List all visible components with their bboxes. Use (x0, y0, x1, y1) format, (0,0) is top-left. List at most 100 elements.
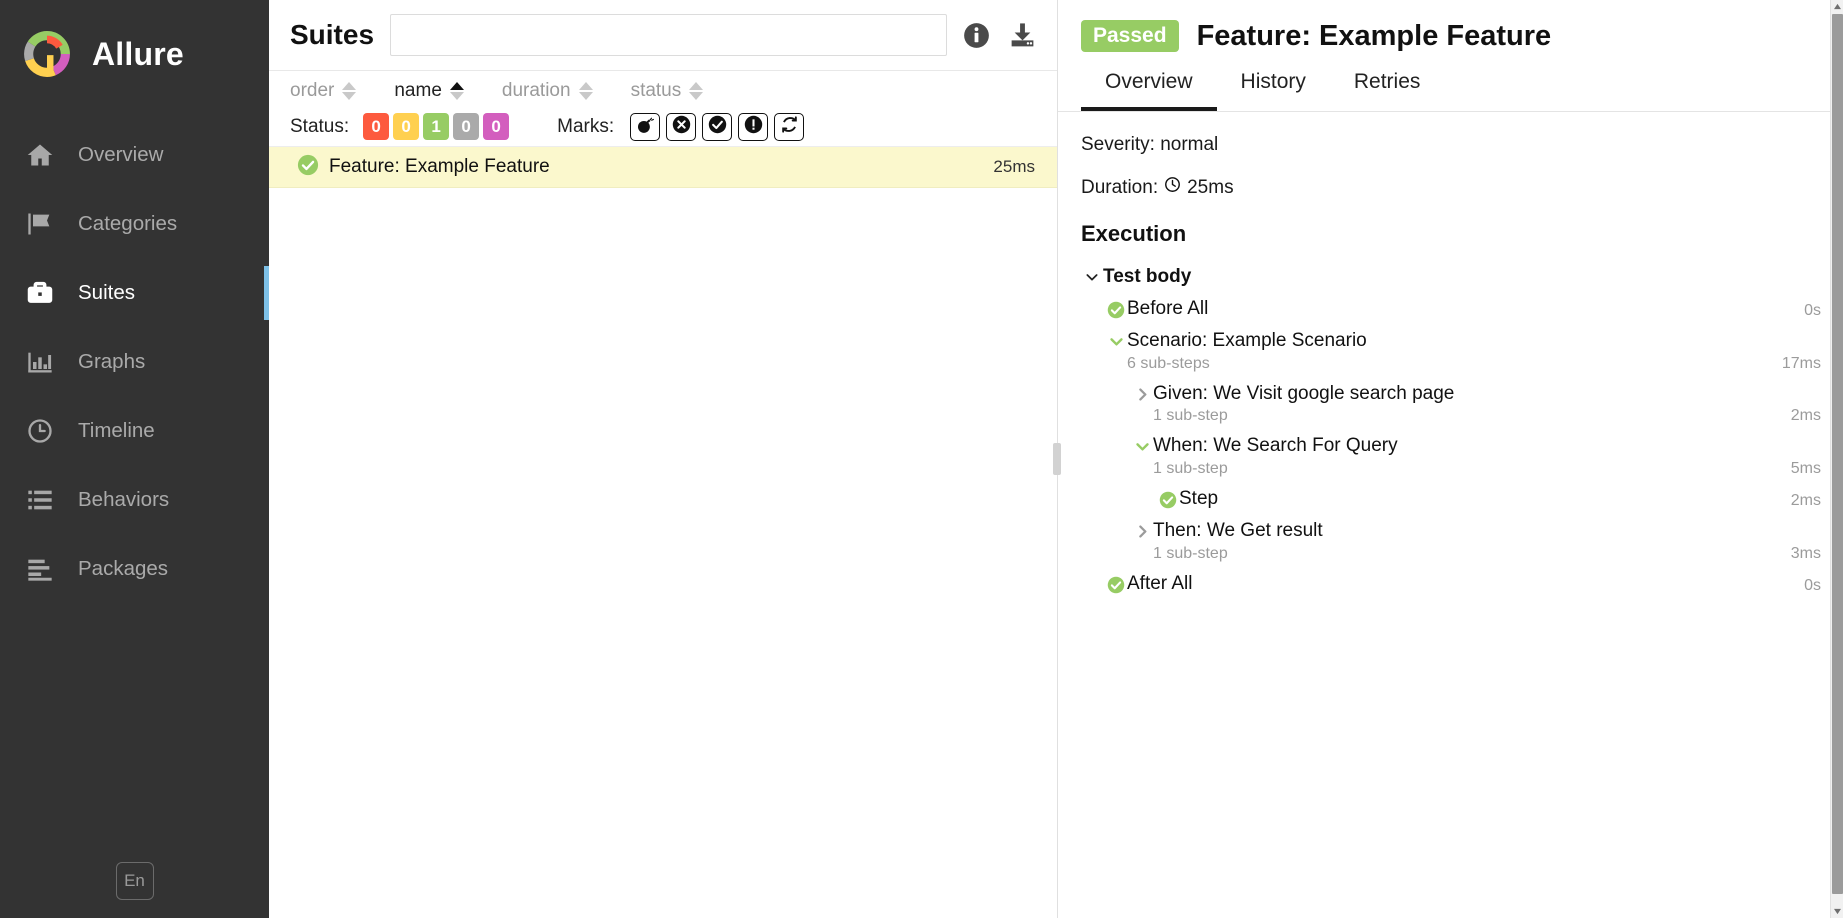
allure-report-app: Allure Overview Categories Suites Graphs… (0, 0, 1843, 918)
status-chip-broken[interactable]: 0 (393, 113, 420, 140)
step-scenario[interactable]: Scenario: Example Scenario 6 sub-steps 1… (1105, 325, 1821, 378)
tab-overview[interactable]: Overview (1081, 60, 1217, 111)
mark-button-failed[interactable] (666, 112, 697, 141)
step-time: 0s (1804, 301, 1821, 319)
step-name: Scenario: Example Scenario (1127, 329, 1367, 351)
sort-arrows-icon (578, 82, 593, 100)
step-name: Then: We Get result (1153, 520, 1323, 542)
bar-chart-icon (24, 346, 56, 378)
briefcase-icon (24, 277, 56, 309)
clock-icon (1164, 176, 1181, 199)
chevron-right-icon[interactable] (1131, 520, 1153, 540)
execution-steps: Test body Before All 0s Scenario: Exampl… (1058, 261, 1843, 600)
sorter-status[interactable]: status (631, 80, 704, 102)
chevron-right-icon[interactable] (1131, 383, 1153, 403)
download-icon[interactable] (1008, 21, 1037, 50)
sorter-order[interactable]: order (290, 80, 357, 102)
search-input[interactable] (390, 14, 947, 56)
sidebar-item-timeline[interactable]: Timeline (0, 396, 269, 465)
tab-retries[interactable]: Retries (1330, 60, 1445, 111)
step-time: 2ms (1790, 407, 1821, 425)
step-inner[interactable]: Step 2ms (1157, 483, 1821, 515)
row-duration: 25ms (993, 157, 1035, 176)
status-chip-failed[interactable]: 0 (363, 113, 390, 140)
step-content: Step (1179, 488, 1779, 510)
step-before-all[interactable]: Before All 0s (1105, 293, 1821, 325)
sidebar: Allure Overview Categories Suites Graphs… (0, 0, 269, 918)
step-content: Scenario: Example Scenario 6 sub-steps (1127, 330, 1770, 373)
status-chip-passed[interactable]: 1 (423, 113, 450, 140)
step-substeps: 1 sub-step (1153, 460, 1228, 478)
sidebar-item-packages[interactable]: Packages (0, 534, 269, 603)
packages-icon (24, 553, 56, 585)
chevron-down-icon[interactable] (1081, 266, 1103, 285)
page-scrollbar-thumb[interactable] (1832, 14, 1843, 894)
table-row[interactable]: Feature: Example Feature 25ms (269, 147, 1057, 188)
sidebar-item-label: Graphs (78, 349, 146, 373)
step-name: Step (1179, 488, 1219, 510)
step-time: 5ms (1790, 460, 1821, 478)
status-chip-unknown[interactable]: 0 (483, 113, 510, 140)
chevron-down-icon[interactable] (1131, 435, 1153, 455)
step-then[interactable]: Then: We Get result 1 sub-step 3ms (1131, 515, 1821, 568)
sidebar-item-overview[interactable]: Overview (0, 120, 269, 189)
tab-history[interactable]: History (1217, 60, 1330, 111)
marks-buttons (630, 112, 805, 141)
sorter-duration[interactable]: duration (502, 80, 593, 102)
step-substeps: 1 sub-step (1153, 407, 1228, 425)
home-icon (24, 139, 56, 171)
check-circle-icon (708, 115, 727, 139)
sidebar-item-behaviors[interactable]: Behaviors (0, 465, 269, 534)
chevron-down-icon[interactable] (1105, 330, 1127, 350)
clock-icon (24, 415, 56, 447)
duration-line: Duration: 25ms (1081, 176, 1843, 199)
sorter-name[interactable]: name (394, 80, 464, 102)
brand[interactable]: Allure (0, 0, 269, 108)
sidebar-item-label: Overview (78, 142, 164, 166)
status-filter-label: Status: (290, 115, 350, 137)
flag-icon (24, 208, 56, 240)
info-icon[interactable] (963, 22, 990, 49)
details-meta: Severity: normal Duration: 25ms (1058, 112, 1843, 219)
step-given[interactable]: Given: We Visit google search page 1 sub… (1131, 378, 1821, 431)
language-button[interactable]: En (115, 862, 154, 900)
step-name: Given: We Visit google search page (1153, 382, 1455, 404)
panel-splitter[interactable] (1053, 443, 1061, 475)
sorter-label: order (290, 80, 335, 101)
sidebar-item-label: Timeline (78, 418, 155, 442)
mark-button-flaky[interactable] (630, 112, 661, 141)
scroll-down-arrow[interactable] (1832, 905, 1843, 918)
step-time: 17ms (1781, 354, 1821, 372)
details-tabs: Overview History Retries (1058, 60, 1843, 112)
status-badge: Passed (1081, 20, 1179, 52)
step-when[interactable]: When: We Search For Query 1 sub-step 5ms (1131, 430, 1821, 483)
step-after-all[interactable]: After All 0s (1105, 568, 1821, 600)
sorter-label: status (630, 80, 682, 101)
step-name: When: We Search For Query (1153, 435, 1398, 457)
sidebar-item-categories[interactable]: Categories (0, 189, 269, 258)
suites-panel: Suites order name duration status Status… (269, 0, 1061, 918)
allure-logo-icon (20, 27, 74, 81)
status-passed-icon (1105, 298, 1127, 319)
details-title: Feature: Example Feature (1196, 19, 1552, 52)
page-scrollbar[interactable] (1830, 0, 1843, 918)
step-content: Before All (1127, 298, 1792, 320)
mark-button-passed[interactable] (702, 112, 733, 141)
header-actions (963, 21, 1043, 50)
sidebar-item-suites[interactable]: Suites (0, 258, 269, 327)
mark-button-retries[interactable] (774, 112, 805, 141)
step-test-body[interactable]: Test body (1081, 261, 1821, 293)
mark-button-unstable[interactable] (738, 112, 769, 141)
bomb-icon (636, 115, 655, 139)
sort-arrows-icon (342, 82, 357, 100)
sorter-label: name (394, 80, 442, 101)
step-content: Given: We Visit google search page 1 sub… (1153, 383, 1779, 426)
filter-controls: Status: 0 0 1 0 0 Marks: (269, 107, 1057, 147)
sidebar-item-label: Packages (78, 556, 169, 580)
sidebar-item-graphs[interactable]: Graphs (0, 327, 269, 396)
status-chip-skipped[interactable]: 0 (453, 113, 480, 140)
sidebar-item-label: Suites (78, 280, 135, 304)
step-content: Test body (1103, 266, 1809, 288)
status-passed-icon (1105, 573, 1127, 594)
scroll-up-arrow[interactable] (1832, 0, 1843, 13)
